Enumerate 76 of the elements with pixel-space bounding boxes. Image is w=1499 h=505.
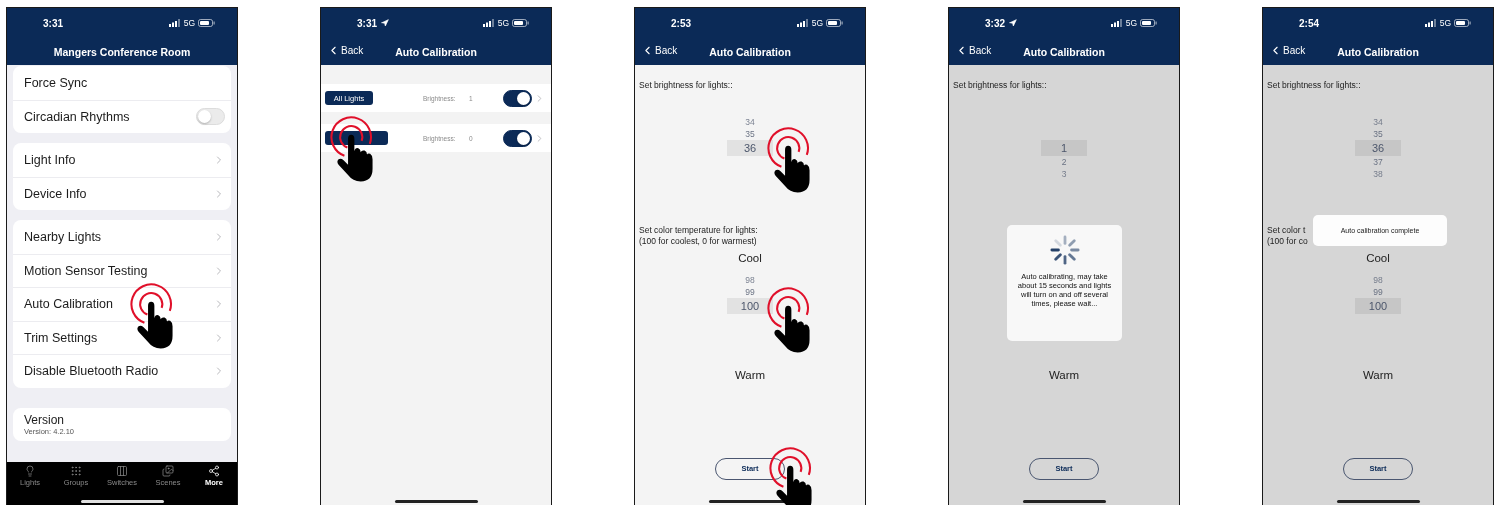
- signal-icon: [1110, 19, 1123, 27]
- back-button[interactable]: Back: [641, 44, 678, 57]
- share-nodes-icon: [208, 465, 220, 477]
- status-time: 2:54: [1299, 17, 1319, 29]
- picker-selection[interactable]: 36: [1355, 140, 1401, 156]
- picker-option[interactable]: 99: [1373, 286, 1383, 298]
- brightness-prompt: Set brightness for lights::: [953, 80, 1047, 90]
- picker-option[interactable]: 99: [745, 286, 755, 298]
- battery-icon: [1454, 19, 1471, 27]
- screen-title: Auto Calibration: [709, 45, 791, 58]
- settings-row[interactable]: Disable Bluetooth Radio: [13, 354, 231, 388]
- network-type: 5G: [183, 18, 195, 28]
- picker-option[interactable]: 34: [745, 116, 755, 128]
- battery-icon: [198, 19, 215, 27]
- spinner-icon: [1049, 235, 1080, 265]
- version-label: Version: [24, 412, 66, 427]
- color-temperature-prompt: (100 for co: [1266, 236, 1308, 247]
- columns-icon: [116, 465, 128, 477]
- toggle-switch[interactable]: [503, 129, 532, 147]
- battery-icon: [826, 19, 843, 27]
- back-button[interactable]: Back: [955, 44, 992, 57]
- screen-title: Auto Calibration: [395, 45, 477, 58]
- color-temperature-prompt: Set color t: [1266, 225, 1306, 236]
- warm-label: Warm: [734, 368, 766, 383]
- picker-selected-value[interactable]: 36: [1371, 142, 1385, 154]
- signal-icon: [796, 19, 809, 27]
- picker-option[interactable]: 98: [745, 274, 755, 286]
- status-time: 3:31: [43, 17, 63, 29]
- picker-selection[interactable]: 100: [1355, 298, 1401, 314]
- picker-option[interactable]: 35: [745, 128, 755, 140]
- toggle-switch[interactable]: [503, 89, 532, 107]
- picker-option[interactable]: 35: [1373, 128, 1383, 140]
- signal-icon: [168, 19, 181, 27]
- picker-selection[interactable]: 100: [727, 298, 773, 314]
- network-type: 5G: [1439, 18, 1451, 28]
- picker-selection[interactable]: 36: [727, 140, 773, 156]
- grid-icon: [70, 465, 82, 477]
- picker-selected-value[interactable]: 1: [1060, 142, 1068, 154]
- status-time: 3:32: [985, 17, 1005, 29]
- brightness-prompt: Set brightness for lights::: [639, 80, 733, 90]
- network-type: 5G: [497, 18, 509, 28]
- picker-option[interactable]: 2: [1061, 156, 1067, 168]
- back-button[interactable]: Back: [327, 44, 364, 57]
- images-icon: [162, 465, 174, 477]
- picker-selected-value[interactable]: 100: [740, 300, 760, 312]
- battery-icon: [512, 19, 529, 27]
- cool-label: Cool: [738, 251, 762, 266]
- color-temperature-prompt: Set color temperature for lights:: [638, 225, 758, 236]
- status-time: 3:31: [357, 17, 377, 29]
- settings-row[interactable]: Force Sync: [13, 66, 231, 100]
- settings-row[interactable]: Nearby Lights: [13, 220, 231, 254]
- picker-selection[interactable]: 1: [1041, 140, 1087, 156]
- picker-option[interactable]: 37: [1373, 156, 1383, 168]
- network-type: 5G: [811, 18, 823, 28]
- warm-label: Warm: [1362, 368, 1394, 383]
- screen-title: Auto Calibration: [1337, 45, 1419, 58]
- settings-row[interactable]: Trim Settings: [13, 320, 231, 354]
- settings-row[interactable]: Light Info: [13, 143, 231, 177]
- picker-selected-value[interactable]: 36: [743, 142, 757, 154]
- settings-row[interactable]: Motion Sensor Testing: [13, 253, 231, 287]
- settings-row[interactable]: Circadian Rhythms: [13, 99, 231, 133]
- back-button[interactable]: Back: [1269, 44, 1306, 57]
- warm-label: Warm: [1048, 368, 1080, 383]
- brightness-prompt: Set brightness for lights::: [1267, 80, 1361, 90]
- picker-selected-value[interactable]: 100: [1368, 300, 1388, 312]
- battery-icon: [1140, 19, 1157, 27]
- screen-title: Mangers Conference Room: [53, 45, 191, 58]
- cool-label: Cool: [1366, 251, 1390, 266]
- network-type: 5G: [1125, 18, 1137, 28]
- color-temperature-prompt: (100 for coolest, 0 for warmest): [638, 236, 757, 247]
- signal-icon: [1424, 19, 1437, 27]
- lightbulb-icon: [24, 465, 36, 477]
- screen-title: Auto Calibration: [1023, 45, 1105, 58]
- status-time: 2:53: [671, 17, 691, 29]
- signal-icon: [482, 19, 495, 27]
- settings-row[interactable]: Device Info: [13, 176, 231, 210]
